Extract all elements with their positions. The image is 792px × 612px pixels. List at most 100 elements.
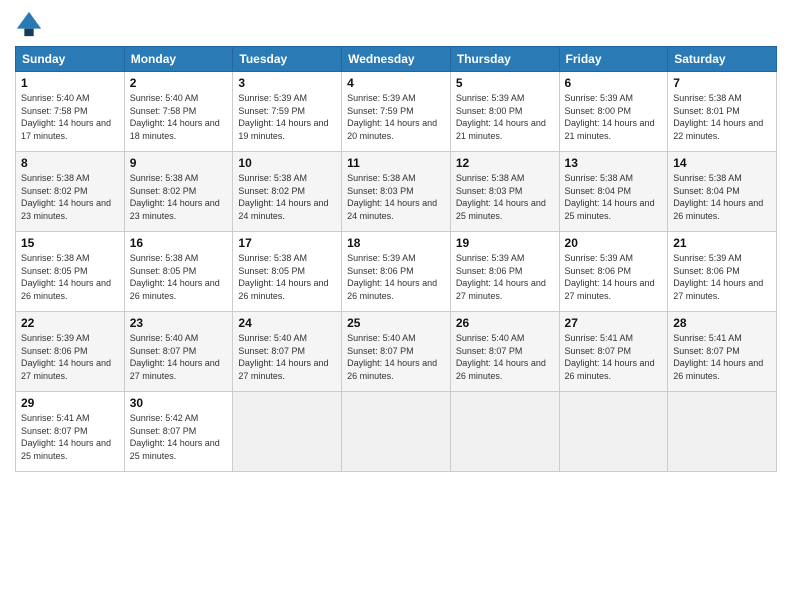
calendar-week-row: 22 Sunrise: 5:39 AMSunset: 8:06 PMDaylig… [16, 312, 777, 392]
day-number: 16 [130, 236, 228, 250]
calendar-col-header-thursday: Thursday [450, 47, 559, 72]
calendar-cell: 28 Sunrise: 5:41 AMSunset: 8:07 PMDaylig… [668, 312, 777, 392]
day-number: 6 [565, 76, 663, 90]
day-info: Sunrise: 5:38 AMSunset: 8:02 PMDaylight:… [130, 173, 220, 221]
calendar-cell: 22 Sunrise: 5:39 AMSunset: 8:06 PMDaylig… [16, 312, 125, 392]
day-info: Sunrise: 5:42 AMSunset: 8:07 PMDaylight:… [130, 413, 220, 461]
day-info: Sunrise: 5:38 AMSunset: 8:02 PMDaylight:… [21, 173, 111, 221]
calendar-cell: 1 Sunrise: 5:40 AMSunset: 7:58 PMDayligh… [16, 72, 125, 152]
day-number: 8 [21, 156, 119, 170]
day-info: Sunrise: 5:39 AMSunset: 8:06 PMDaylight:… [21, 333, 111, 381]
day-info: Sunrise: 5:40 AMSunset: 8:07 PMDaylight:… [238, 333, 328, 381]
calendar-cell [450, 392, 559, 472]
day-number: 19 [456, 236, 554, 250]
calendar-table: SundayMondayTuesdayWednesdayThursdayFrid… [15, 46, 777, 472]
day-number: 22 [21, 316, 119, 330]
day-number: 18 [347, 236, 445, 250]
day-info: Sunrise: 5:38 AMSunset: 8:03 PMDaylight:… [456, 173, 546, 221]
day-number: 27 [565, 316, 663, 330]
day-info: Sunrise: 5:38 AMSunset: 8:05 PMDaylight:… [21, 253, 111, 301]
day-number: 20 [565, 236, 663, 250]
calendar-cell [668, 392, 777, 472]
day-number: 10 [238, 156, 336, 170]
day-number: 9 [130, 156, 228, 170]
page: SundayMondayTuesdayWednesdayThursdayFrid… [0, 0, 792, 612]
day-number: 15 [21, 236, 119, 250]
day-info: Sunrise: 5:40 AMSunset: 7:58 PMDaylight:… [21, 93, 111, 141]
day-number: 26 [456, 316, 554, 330]
calendar-cell: 2 Sunrise: 5:40 AMSunset: 7:58 PMDayligh… [124, 72, 233, 152]
calendar-cell: 18 Sunrise: 5:39 AMSunset: 8:06 PMDaylig… [342, 232, 451, 312]
calendar-cell: 25 Sunrise: 5:40 AMSunset: 8:07 PMDaylig… [342, 312, 451, 392]
calendar-week-row: 15 Sunrise: 5:38 AMSunset: 8:05 PMDaylig… [16, 232, 777, 312]
day-number: 30 [130, 396, 228, 410]
header [15, 10, 777, 38]
day-number: 17 [238, 236, 336, 250]
calendar-cell [342, 392, 451, 472]
day-info: Sunrise: 5:40 AMSunset: 8:07 PMDaylight:… [130, 333, 220, 381]
calendar-cell [233, 392, 342, 472]
calendar-col-header-saturday: Saturday [668, 47, 777, 72]
calendar-cell: 17 Sunrise: 5:38 AMSunset: 8:05 PMDaylig… [233, 232, 342, 312]
calendar-col-header-sunday: Sunday [16, 47, 125, 72]
calendar-cell: 29 Sunrise: 5:41 AMSunset: 8:07 PMDaylig… [16, 392, 125, 472]
calendar-cell: 10 Sunrise: 5:38 AMSunset: 8:02 PMDaylig… [233, 152, 342, 232]
calendar-col-header-friday: Friday [559, 47, 668, 72]
day-number: 5 [456, 76, 554, 90]
calendar-cell: 14 Sunrise: 5:38 AMSunset: 8:04 PMDaylig… [668, 152, 777, 232]
calendar-cell: 8 Sunrise: 5:38 AMSunset: 8:02 PMDayligh… [16, 152, 125, 232]
calendar-cell: 3 Sunrise: 5:39 AMSunset: 7:59 PMDayligh… [233, 72, 342, 152]
logo-icon [15, 10, 43, 38]
logo [15, 10, 47, 38]
calendar-week-row: 1 Sunrise: 5:40 AMSunset: 7:58 PMDayligh… [16, 72, 777, 152]
calendar-week-row: 29 Sunrise: 5:41 AMSunset: 8:07 PMDaylig… [16, 392, 777, 472]
calendar-cell: 12 Sunrise: 5:38 AMSunset: 8:03 PMDaylig… [450, 152, 559, 232]
calendar-cell: 21 Sunrise: 5:39 AMSunset: 8:06 PMDaylig… [668, 232, 777, 312]
day-info: Sunrise: 5:39 AMSunset: 7:59 PMDaylight:… [347, 93, 437, 141]
day-number: 1 [21, 76, 119, 90]
day-info: Sunrise: 5:39 AMSunset: 8:06 PMDaylight:… [456, 253, 546, 301]
calendar-col-header-tuesday: Tuesday [233, 47, 342, 72]
day-info: Sunrise: 5:39 AMSunset: 8:00 PMDaylight:… [565, 93, 655, 141]
day-info: Sunrise: 5:38 AMSunset: 8:02 PMDaylight:… [238, 173, 328, 221]
day-info: Sunrise: 5:38 AMSunset: 8:04 PMDaylight:… [565, 173, 655, 221]
day-number: 7 [673, 76, 771, 90]
day-info: Sunrise: 5:39 AMSunset: 8:00 PMDaylight:… [456, 93, 546, 141]
day-number: 13 [565, 156, 663, 170]
day-info: Sunrise: 5:39 AMSunset: 8:06 PMDaylight:… [347, 253, 437, 301]
day-info: Sunrise: 5:38 AMSunset: 8:01 PMDaylight:… [673, 93, 763, 141]
calendar-col-header-wednesday: Wednesday [342, 47, 451, 72]
day-info: Sunrise: 5:41 AMSunset: 8:07 PMDaylight:… [565, 333, 655, 381]
calendar-col-header-monday: Monday [124, 47, 233, 72]
calendar-cell: 23 Sunrise: 5:40 AMSunset: 8:07 PMDaylig… [124, 312, 233, 392]
day-info: Sunrise: 5:38 AMSunset: 8:03 PMDaylight:… [347, 173, 437, 221]
calendar-cell: 11 Sunrise: 5:38 AMSunset: 8:03 PMDaylig… [342, 152, 451, 232]
calendar-cell: 15 Sunrise: 5:38 AMSunset: 8:05 PMDaylig… [16, 232, 125, 312]
calendar-cell: 13 Sunrise: 5:38 AMSunset: 8:04 PMDaylig… [559, 152, 668, 232]
day-info: Sunrise: 5:40 AMSunset: 8:07 PMDaylight:… [347, 333, 437, 381]
calendar-cell [559, 392, 668, 472]
calendar-cell: 16 Sunrise: 5:38 AMSunset: 8:05 PMDaylig… [124, 232, 233, 312]
day-number: 23 [130, 316, 228, 330]
day-info: Sunrise: 5:39 AMSunset: 7:59 PMDaylight:… [238, 93, 328, 141]
day-number: 25 [347, 316, 445, 330]
day-info: Sunrise: 5:40 AMSunset: 8:07 PMDaylight:… [456, 333, 546, 381]
calendar-cell: 19 Sunrise: 5:39 AMSunset: 8:06 PMDaylig… [450, 232, 559, 312]
calendar-cell: 27 Sunrise: 5:41 AMSunset: 8:07 PMDaylig… [559, 312, 668, 392]
day-info: Sunrise: 5:38 AMSunset: 8:05 PMDaylight:… [130, 253, 220, 301]
day-number: 4 [347, 76, 445, 90]
calendar-week-row: 8 Sunrise: 5:38 AMSunset: 8:02 PMDayligh… [16, 152, 777, 232]
day-info: Sunrise: 5:40 AMSunset: 7:58 PMDaylight:… [130, 93, 220, 141]
day-info: Sunrise: 5:38 AMSunset: 8:05 PMDaylight:… [238, 253, 328, 301]
day-info: Sunrise: 5:39 AMSunset: 8:06 PMDaylight:… [565, 253, 655, 301]
day-number: 28 [673, 316, 771, 330]
day-number: 14 [673, 156, 771, 170]
day-number: 3 [238, 76, 336, 90]
day-number: 21 [673, 236, 771, 250]
day-info: Sunrise: 5:38 AMSunset: 8:04 PMDaylight:… [673, 173, 763, 221]
calendar-cell: 26 Sunrise: 5:40 AMSunset: 8:07 PMDaylig… [450, 312, 559, 392]
day-info: Sunrise: 5:41 AMSunset: 8:07 PMDaylight:… [21, 413, 111, 461]
calendar-cell: 4 Sunrise: 5:39 AMSunset: 7:59 PMDayligh… [342, 72, 451, 152]
day-number: 11 [347, 156, 445, 170]
calendar-cell: 9 Sunrise: 5:38 AMSunset: 8:02 PMDayligh… [124, 152, 233, 232]
